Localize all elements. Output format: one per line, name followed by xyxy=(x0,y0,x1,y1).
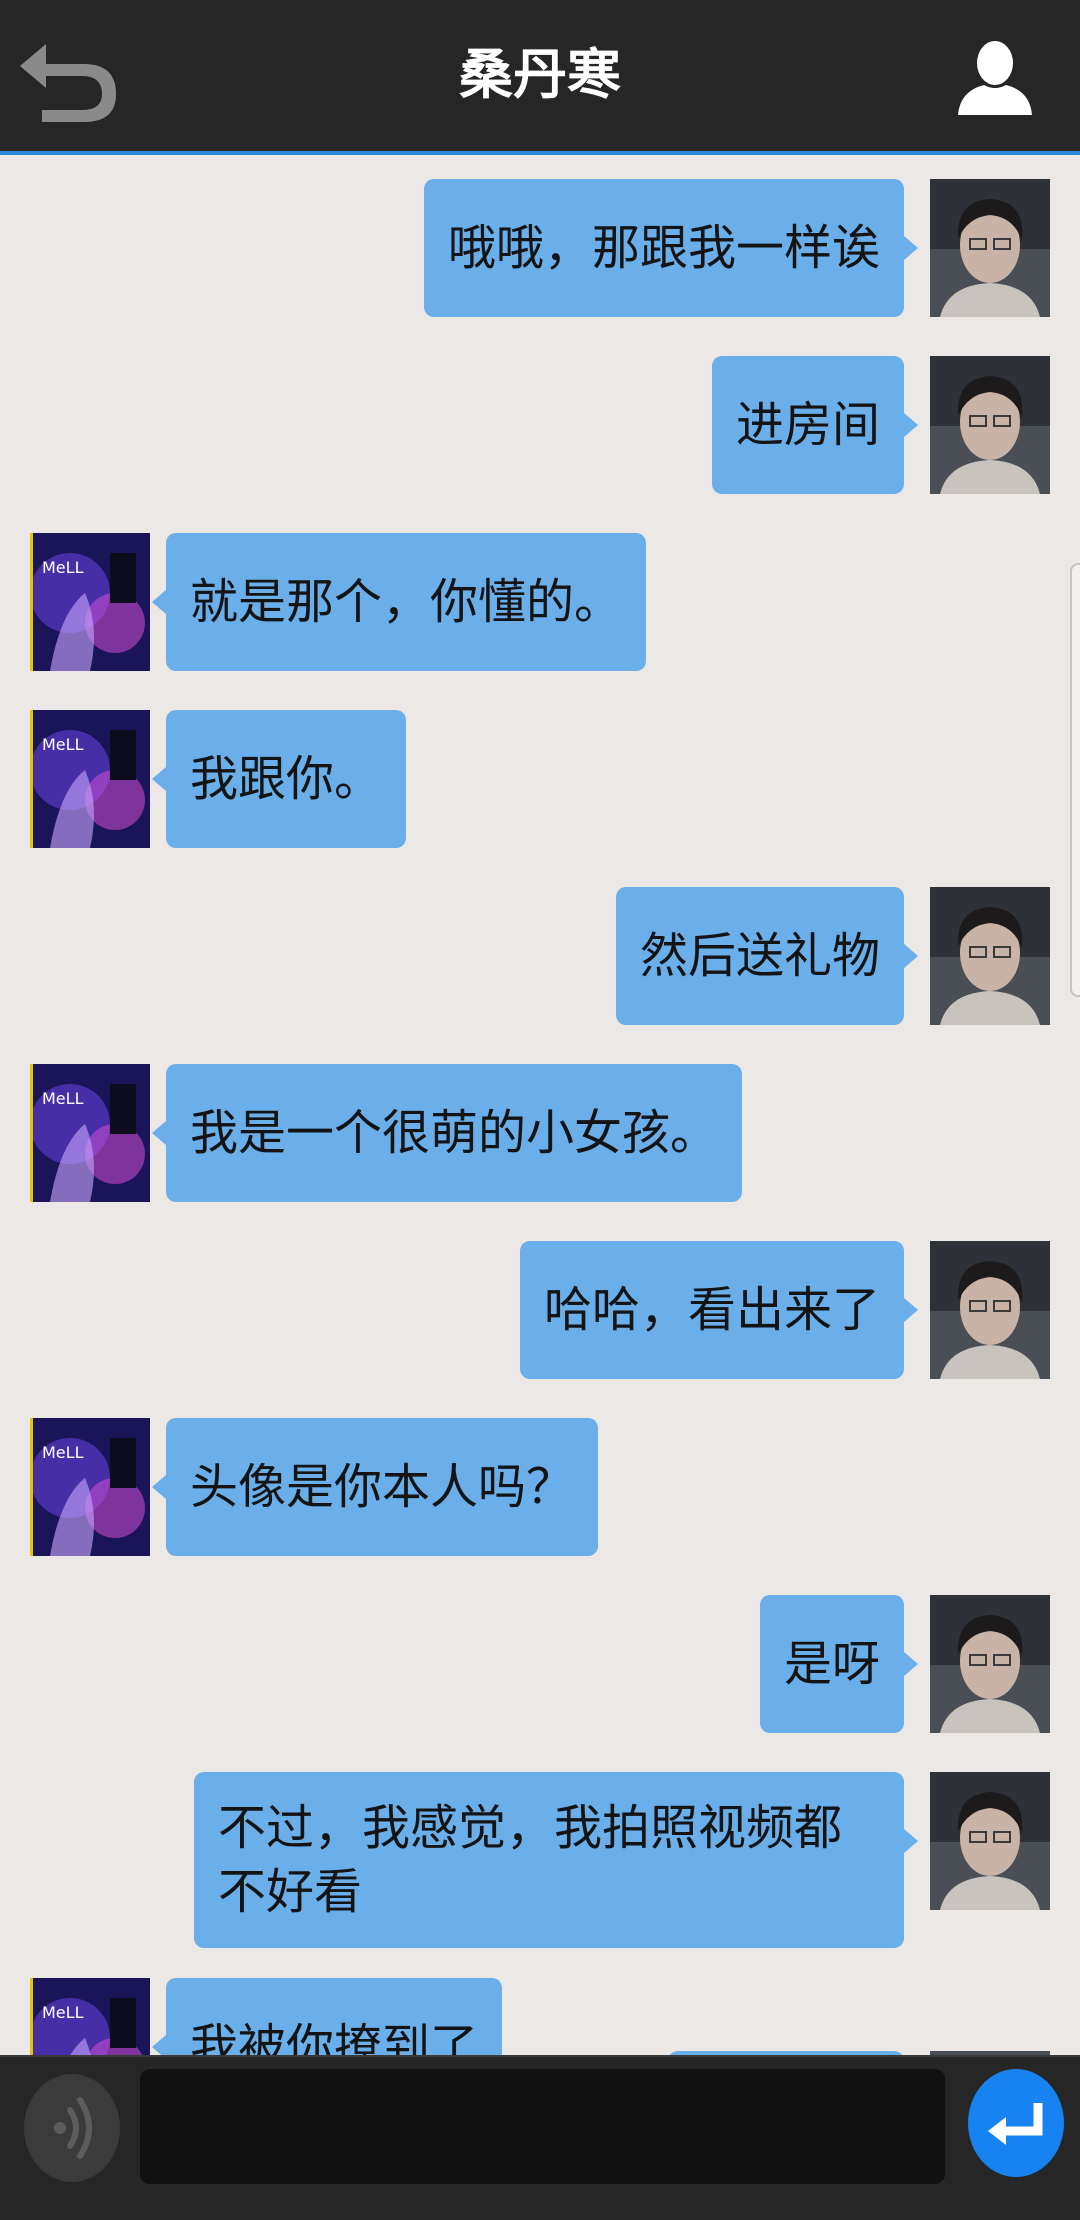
message-bubble[interactable]: 我跟你。 xyxy=(151,710,407,848)
voice-button[interactable] xyxy=(24,2074,120,2182)
message-row-incoming: MeLL 头像是你本人吗？ xyxy=(0,1418,1080,1558)
avatar-contact[interactable]: MeLL xyxy=(30,1978,150,2055)
avatar-me[interactable] xyxy=(930,1241,1050,1379)
avatar-me[interactable] xyxy=(930,1595,1050,1733)
message-bubble[interactable]: 哈哈，看出来了 xyxy=(519,1241,919,1379)
message-bubble[interactable]: 然后送礼物 xyxy=(615,887,919,1025)
message-bubble[interactable]: 哦哦，那跟我一样诶 xyxy=(423,179,919,317)
message-row-outgoing: 是呀 xyxy=(0,1595,1080,1735)
chat-screen: 桑丹寒 哦哦，那跟我一样诶 进房间 MeLL 就是那个，你懂的。 MeLL 我跟… xyxy=(0,0,1080,2220)
message-bubble[interactable]: 我是一个很萌的小女孩。 xyxy=(151,1064,743,1202)
message-row-outgoing: 哦哦，那跟我一样诶 xyxy=(0,179,1080,319)
send-button[interactable] xyxy=(968,2069,1064,2177)
message-row-outgoing: 哈哈，看出来了 xyxy=(0,1241,1080,1381)
avatar-me[interactable] xyxy=(930,887,1050,1025)
message-row-incoming: MeLL 我是一个很萌的小女孩。 xyxy=(0,1064,1080,1204)
message-row-outgoing: 然后送礼物 xyxy=(0,887,1080,1027)
message-bubble[interactable]: 我被你撩到了 xyxy=(151,1978,503,2055)
message-bubble[interactable]: 不过，我感觉，我拍照视频都不好看 xyxy=(194,1772,918,1948)
avatar-contact[interactable]: MeLL xyxy=(30,710,150,848)
message-row-outgoing: 不过，我感觉，我拍照视频都不好看 xyxy=(0,1772,1080,1948)
message-row-incoming: MeLL 我跟你。 xyxy=(0,710,1080,850)
page-title: 桑丹寒 xyxy=(459,43,621,106)
header-bar: 桑丹寒 xyxy=(0,0,1080,155)
message-row-outgoing: 进房间 xyxy=(0,356,1080,496)
svg-text:MeLL: MeLL xyxy=(42,1443,84,1462)
avatar-contact[interactable]: MeLL xyxy=(30,1064,150,1202)
message-bubble[interactable]: 就是那个，你懂的。 xyxy=(151,533,647,671)
message-bubble[interactable]: 头像是你本人吗？ xyxy=(151,1418,599,1556)
avatar-me[interactable] xyxy=(930,179,1050,317)
message-row-incoming: MeLL 就是那个，你懂的。 xyxy=(0,533,1080,673)
svg-text:MeLL: MeLL xyxy=(42,735,84,754)
user-icon xyxy=(958,41,1032,115)
svg-text:MeLL: MeLL xyxy=(42,1089,84,1108)
message-row-incoming: MeLL 我被你撩到了 xyxy=(0,1978,1080,2055)
message-bubble[interactable]: 进房间 xyxy=(711,356,919,494)
avatar-contact[interactable]: MeLL xyxy=(30,533,150,671)
input-bar xyxy=(0,2055,1080,2220)
enter-icon xyxy=(988,2103,1043,2145)
svg-text:MeLL: MeLL xyxy=(42,558,84,577)
profile-button[interactable] xyxy=(950,35,1040,125)
avatar-contact[interactable]: MeLL xyxy=(30,1418,150,1556)
voice-icon xyxy=(54,2097,92,2159)
svg-text:MeLL: MeLL xyxy=(42,2003,84,2022)
avatar-me[interactable] xyxy=(930,1772,1050,1910)
avatar-me[interactable] xyxy=(930,356,1050,494)
message-input[interactable] xyxy=(140,2069,945,2184)
message-bubble[interactable]: 是呀 xyxy=(759,1595,919,1733)
message-list[interactable]: 哦哦，那跟我一样诶 进房间 MeLL 就是那个，你懂的。 MeLL 我跟你。 然… xyxy=(0,155,1080,2055)
